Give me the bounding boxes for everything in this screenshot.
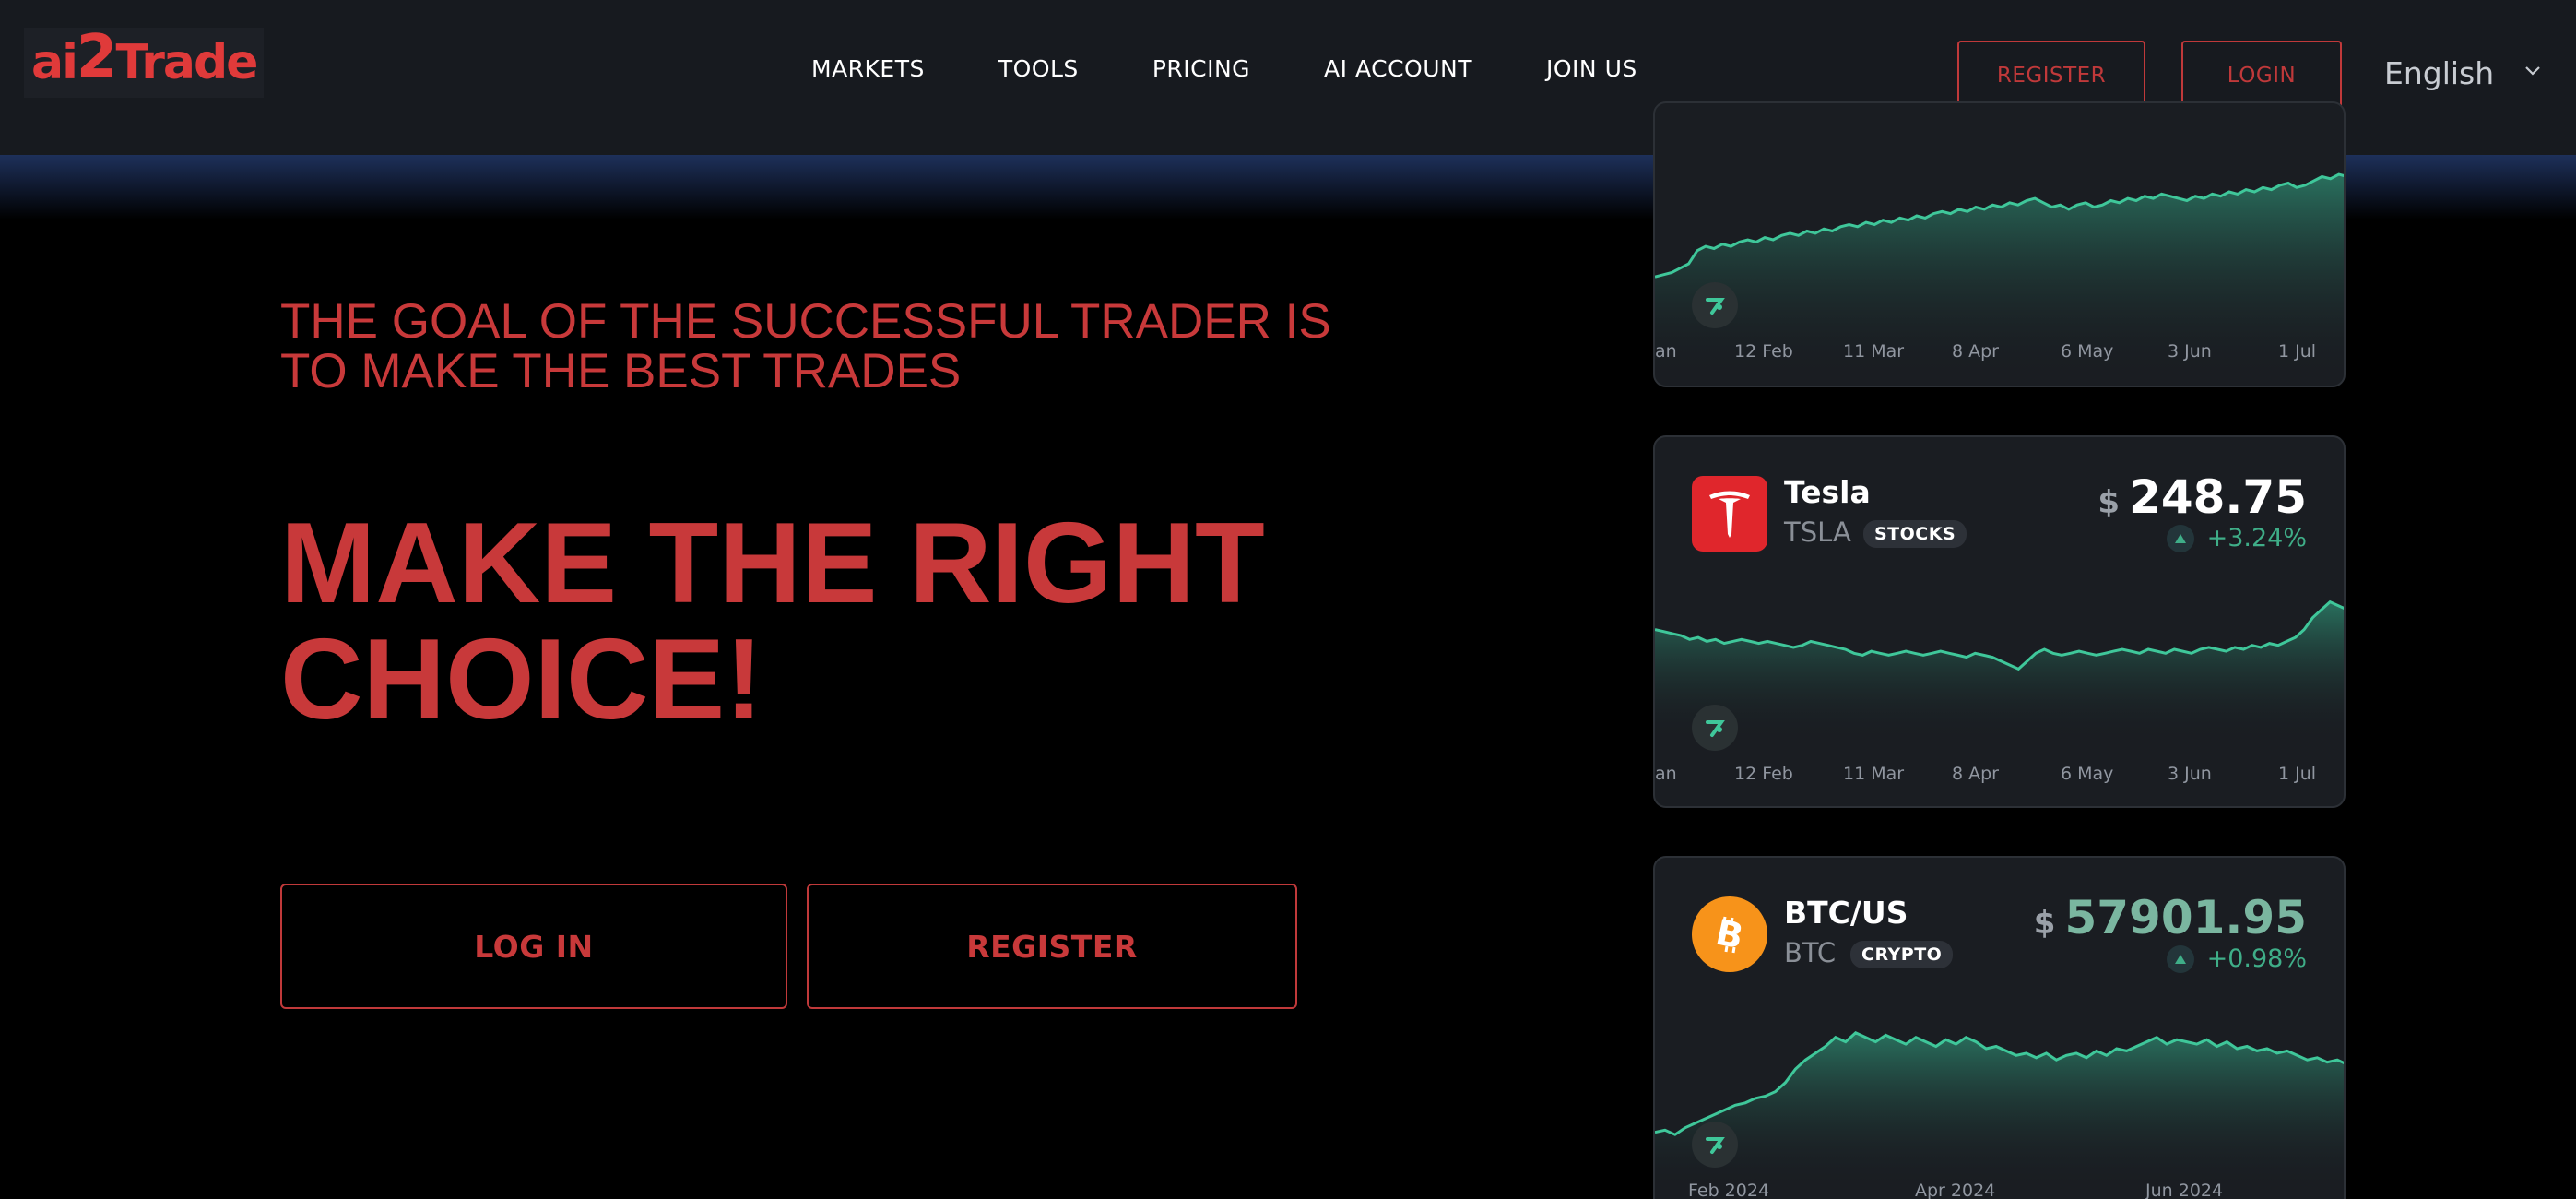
axis-tick-label: 8 Apr [1952,341,1999,362]
asset-name: Tesla [1784,474,1871,510]
logo-text-2: 2 [76,23,118,91]
currency-symbol: $ [2033,905,2056,942]
change-value: +3.24% [2206,524,2307,552]
price-chart [1655,1031,2344,1190]
headline-line-2: CHOICE! [280,616,763,743]
asset-symbol: BTC [1784,937,1837,968]
hero-headline: MAKE THE RIGHT CHOICE! [280,505,1479,738]
axis-tick-label: 1 Jul [2278,341,2317,362]
tradingview-icon [1692,705,1738,751]
arrow-up-icon [2166,944,2194,973]
market-card-top[interactable]: an 12 Feb 11 Mar 8 Apr 6 May 3 Jun 1 Jul [1653,101,2346,387]
market-card-tesla[interactable]: Tesla TSLA STOCKS $ 248.75 +3.24% an 12 F… [1653,435,2346,808]
asset-type-badge: STOCKS [1863,520,1967,548]
axis-tick-label: Apr 2024 [1915,1181,1996,1199]
price-chart [1655,600,2344,742]
axis-tick-label: an [1655,341,1677,362]
logo-text-trade: Trade [115,35,258,90]
asset-symbol: TSLA [1784,516,1851,548]
header-login-button[interactable]: LOGIN [2181,41,2342,111]
axis-tick-label: 11 Mar [1843,764,1905,784]
hero-login-button[interactable]: LOG IN [280,884,787,1009]
market-card-btc[interactable]: B BTC/US BTC CRYPTO $ 57901.95 +0.98% Fe… [1653,856,2346,1199]
main-nav: MARKETS TOOLS PRICING AI ACCOUNT JOIN US [811,55,1711,82]
axis-tick-label: 6 May [2061,764,2114,784]
price-value: 57901.95 [2064,891,2307,944]
tagline-line-2: TO MAKE THE BEST TRADES [280,344,962,398]
asset-price: $ 248.75 [2097,470,2307,524]
asset-price: $ 57901.95 [2034,891,2307,944]
price-change: +3.24% [2166,524,2307,552]
currency-symbol: $ [2097,484,2121,521]
nav-item-join-us[interactable]: JOIN US [1546,55,1637,82]
nav-item-markets[interactable]: MARKETS [811,55,925,82]
chevron-down-icon[interactable] [2523,61,2543,81]
chart-area-fill [1655,1032,2344,1190]
axis-tick-label: 1 Jul [2278,764,2317,784]
axis-tick-label: 11 Mar [1843,341,1905,362]
axis-tick-label: 3 Jun [2168,764,2212,784]
asset-name: BTC/US [1784,895,1908,931]
tradingview-icon [1692,1122,1738,1168]
nav-item-pricing[interactable]: PRICING [1152,55,1250,82]
axis-tick-label: an [1655,764,1677,784]
header-register-button[interactable]: REGISTER [1957,41,2145,111]
language-selector[interactable]: English [2384,55,2494,91]
nav-item-tools[interactable]: TOOLS [998,55,1079,82]
axis-tick-label: Jun 2024 [2145,1181,2224,1199]
axis-tick-label: 3 Jun [2168,341,2212,362]
headline-line-1: MAKE THE RIGHT [280,500,1265,627]
tradingview-icon [1692,282,1738,328]
change-value: +0.98% [2206,944,2307,973]
tagline-line-1: THE GOAL OF THE SUCCESSFUL TRADER IS [280,294,1331,349]
hero-tagline: THE GOAL OF THE SUCCESSFUL TRADER IS TO … [280,297,1387,397]
chart-area-fill [1655,601,2344,742]
arrow-up-icon [2166,524,2194,552]
axis-tick-label: 12 Feb [1734,764,1793,784]
axis-tick-label: Feb 2024 [1688,1181,1770,1199]
nav-item-ai-account[interactable]: AI ACCOUNT [1324,55,1472,82]
price-value: 248.75 [2129,470,2307,524]
hero-register-button[interactable]: REGISTER [807,884,1297,1009]
svg-text:B: B [1712,911,1746,956]
brand-logo[interactable]: ai 2 Trade [24,23,265,98]
logo-text-ai: ai [31,35,78,90]
axis-tick-label: 6 May [2061,341,2114,362]
axis-tick-label: 12 Feb [1734,341,1793,362]
price-change: +0.98% [2166,944,2307,973]
tesla-logo-icon [1692,476,1767,552]
asset-type-badge: CRYPTO [1850,941,1954,968]
bitcoin-logo-icon: B [1692,896,1767,972]
axis-tick-label: 8 Apr [1952,764,1999,784]
